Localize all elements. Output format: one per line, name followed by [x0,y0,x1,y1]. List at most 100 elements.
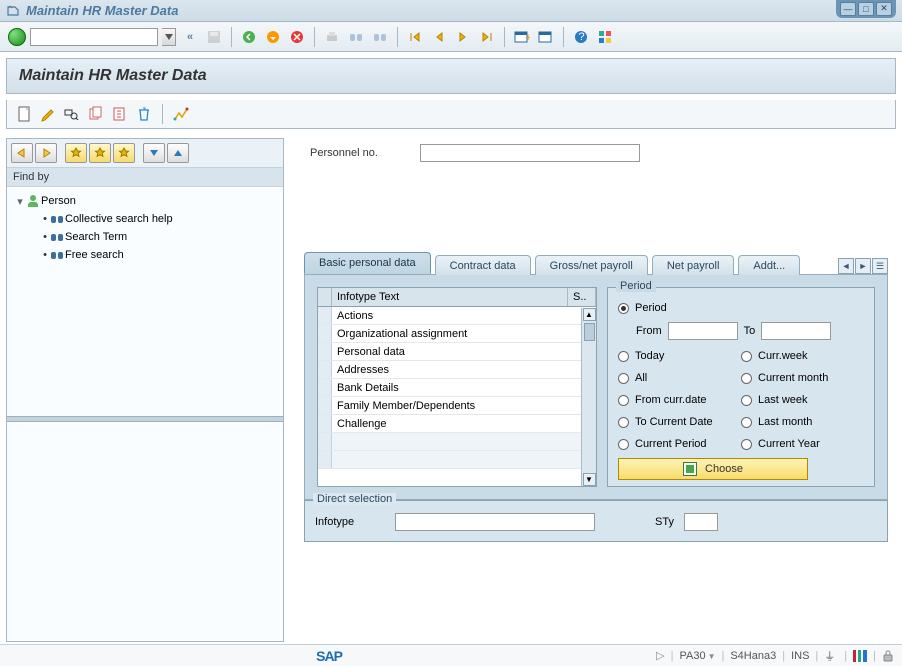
tab-gross-net[interactable]: Gross/net payroll [535,255,648,275]
radio-icon[interactable] [618,373,629,384]
delimit-icon[interactable] [111,105,129,123]
print-icon[interactable] [322,27,342,47]
find-by-label: Find by [7,168,283,187]
last-page-icon[interactable] [477,27,497,47]
scroll-down-icon[interactable]: ▼ [583,473,596,486]
lock-icon[interactable] [882,650,894,662]
history-back-icon[interactable]: « [180,27,200,47]
first-page-icon[interactable] [405,27,425,47]
create-icon[interactable] [15,105,33,123]
radio-icon[interactable] [618,303,629,314]
table-row[interactable]: Organizational assignment [318,325,596,343]
find-icon[interactable] [346,27,366,47]
copy-icon[interactable] [87,105,105,123]
expand-all-icon[interactable] [143,143,165,163]
radio-icon[interactable] [741,373,752,384]
table-row[interactable] [318,451,596,469]
radio-curr-week[interactable]: Curr.week [741,346,864,366]
table-row[interactable]: Addresses [318,361,596,379]
tab-contract[interactable]: Contract data [435,255,531,275]
radio-icon[interactable] [741,395,752,406]
tab-additional[interactable]: Addt... [738,255,800,275]
radio-last-month[interactable]: Last month [741,412,864,432]
tree-node-person[interactable]: ▾ Person [11,192,279,210]
from-input[interactable] [668,322,738,340]
tab-scroll-right-icon[interactable]: ► [855,258,871,274]
radio-current-year[interactable]: Current Year [741,434,864,454]
radio-from-curr-date[interactable]: From curr.date [618,390,741,410]
radio-icon[interactable] [741,351,752,362]
back-icon[interactable] [239,27,259,47]
nav-forward-icon[interactable] [35,143,57,163]
fav-icon[interactable] [89,143,111,163]
scroll-thumb[interactable] [584,323,595,341]
radio-all[interactable]: All [618,368,741,388]
table-row[interactable]: Bank Details [318,379,596,397]
infotype-table: Infotype Text S.. Actions Organizational… [317,287,597,487]
radio-curr-month[interactable]: Current month [741,368,864,388]
sty-input[interactable] [684,513,718,531]
collapse-icon[interactable]: ▾ [15,195,25,208]
radio-last-week[interactable]: Last week [741,390,864,410]
find-next-icon[interactable] [370,27,390,47]
tree-node-collective-search[interactable]: • Collective search help [11,210,279,228]
personnel-no-input[interactable] [420,144,640,162]
layout-icon[interactable] [595,27,615,47]
tab-list-icon[interactable]: ☰ [872,258,888,274]
next-page-icon[interactable] [453,27,473,47]
table-row[interactable]: Challenge [318,415,596,433]
radio-today[interactable]: Today [618,346,741,366]
choose-button[interactable]: Choose [618,458,808,480]
close-button[interactable]: ✕ [876,2,892,16]
to-input[interactable] [761,322,831,340]
nav-back-icon[interactable] [11,143,33,163]
cancel-icon[interactable] [287,27,307,47]
command-field[interactable] [30,28,158,46]
shortcut-icon[interactable] [536,27,556,47]
table-row[interactable]: Personal data [318,343,596,361]
radio-period[interactable]: Period [618,298,864,318]
fav-add-icon[interactable] [65,143,87,163]
tree-node-free-search[interactable]: • Free search [11,246,279,264]
radio-icon[interactable] [618,351,629,362]
table-row[interactable]: Family Member/Dependents [318,397,596,415]
overview-icon[interactable] [172,105,190,123]
radio-icon[interactable] [618,395,629,406]
save-icon[interactable] [204,27,224,47]
status-chart-icon[interactable] [853,650,867,662]
radio-icon[interactable] [741,417,752,428]
col-infotype-text[interactable]: Infotype Text [332,288,568,306]
fav-del-icon[interactable] [113,143,135,163]
tab-scroll-left-icon[interactable]: ◄ [838,258,854,274]
tree-node-search-term[interactable]: • Search Term [11,228,279,246]
collapse-all-icon[interactable] [167,143,189,163]
table-row[interactable] [318,433,596,451]
tab-basic-personal[interactable]: Basic personal data [304,252,431,274]
sap-logo: SAP [316,648,342,664]
status-tcode[interactable]: PA30▼ [679,650,715,662]
radio-icon[interactable] [618,439,629,450]
delete-icon[interactable] [135,105,153,123]
find-by-tree[interactable]: ▾ Person • Collective search help • Sear… [7,187,283,416]
infotype-input[interactable] [395,513,595,531]
radio-current-period[interactable]: Current Period [618,434,741,454]
prev-page-icon[interactable] [429,27,449,47]
change-icon[interactable] [39,105,57,123]
help-icon[interactable]: ? [571,27,591,47]
exit-icon[interactable] [263,27,283,47]
new-session-icon[interactable]: + [512,27,532,47]
minimize-button[interactable]: — [840,2,856,16]
radio-icon[interactable] [618,417,629,428]
command-dropdown[interactable] [162,28,176,46]
col-status[interactable]: S.. [568,288,596,306]
enter-icon[interactable] [8,28,26,46]
maximize-button[interactable]: □ [858,2,874,16]
scroll-up-icon[interactable]: ▲ [583,308,596,321]
table-scrollbar[interactable]: ▲ ▼ [581,308,596,486]
status-expand-icon[interactable]: ▷ [656,649,664,662]
radio-icon[interactable] [741,439,752,450]
tab-net-payroll[interactable]: Net payroll [652,255,735,275]
radio-to-current-date[interactable]: To Current Date [618,412,741,432]
table-row[interactable]: Actions [318,307,596,325]
display-icon[interactable] [63,105,81,123]
